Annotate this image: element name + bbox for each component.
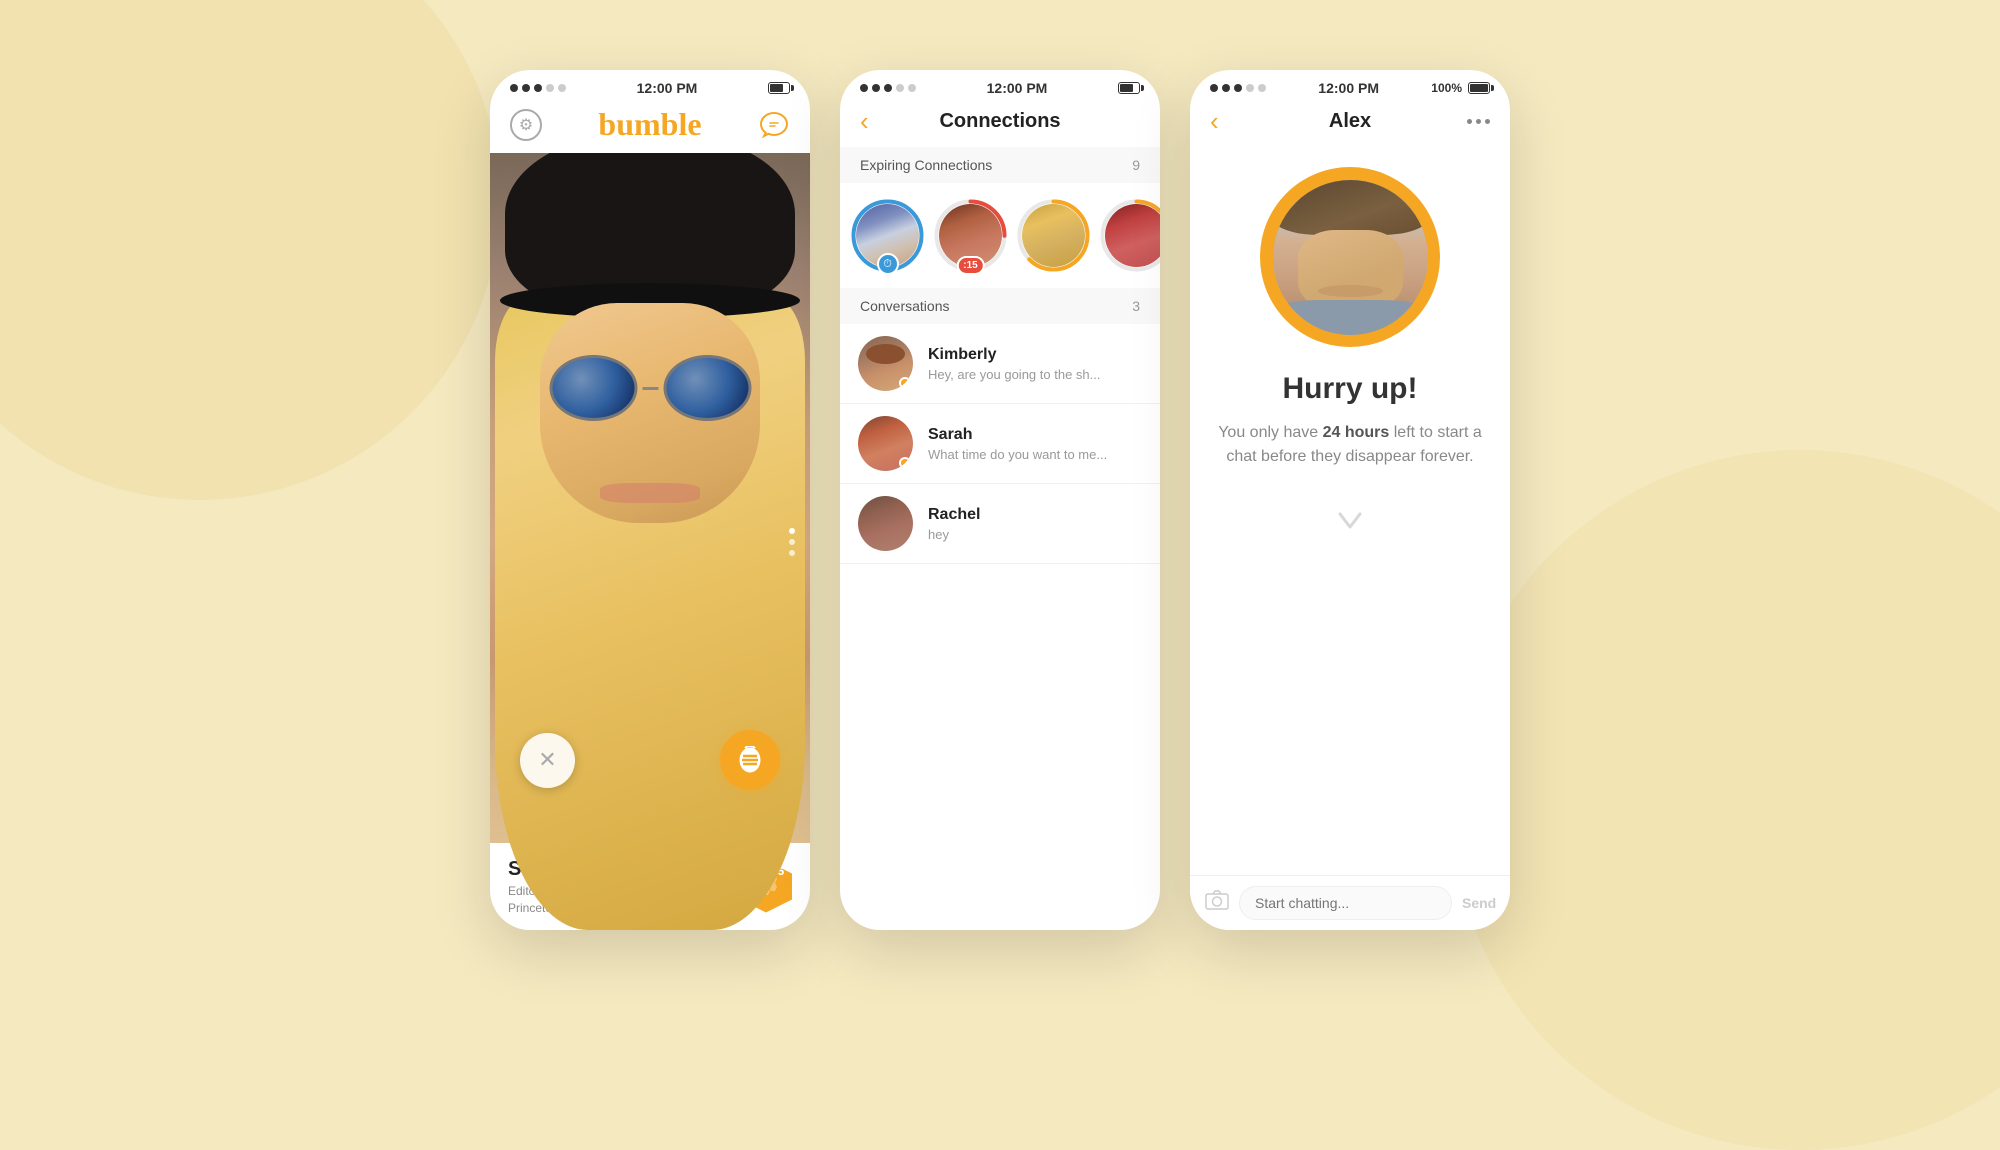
phone-profile: 12:00 PM ⚙ bumble xyxy=(490,70,810,930)
conv-preview-rachel: hey xyxy=(928,527,1142,542)
alex-content: Hurry up! You only have 24 hours left to… xyxy=(1190,147,1510,875)
expiring-count: 9 xyxy=(1132,157,1140,173)
conversations-list: Kimberly Hey, are you going to the sh...… xyxy=(840,324,1160,930)
hurry-desc-part1: You only have xyxy=(1218,424,1322,441)
conv-name-rachel: Rachel xyxy=(928,506,1142,524)
kimberly-avatar xyxy=(858,336,913,391)
phone-connections: 12:00 PM ‹ Connections Expiring Connecti… xyxy=(840,70,1160,930)
expiring-avatar-4[interactable] xyxy=(1099,198,1160,273)
signal-dots-2 xyxy=(860,84,916,92)
more-options[interactable] xyxy=(1467,119,1490,124)
expiring-section-header: Expiring Connections 9 xyxy=(840,147,1160,183)
hurry-headline: Hurry up! xyxy=(1283,372,1418,406)
hurry-description: You only have 24 hours left to start a c… xyxy=(1210,421,1490,469)
battery-2 xyxy=(1118,82,1140,94)
expiring-avatar-1[interactable]: ⏱ xyxy=(850,198,925,273)
hurry-hours: 24 hours xyxy=(1323,424,1390,441)
connections-title: Connections xyxy=(939,110,1060,133)
status-bar-3: 12:00 PM 100% xyxy=(1190,70,1510,101)
battery-icon-1 xyxy=(768,82,790,94)
swipe-buttons: ✕ xyxy=(490,730,810,790)
phone-alex: 12:00 PM 100% ‹ Alex xyxy=(1190,70,1510,930)
conv-item-kimberly[interactable]: Kimberly Hey, are you going to the sh... xyxy=(840,324,1160,404)
dots-menu-icon xyxy=(1467,119,1490,124)
signal-dots-3 xyxy=(1210,84,1266,92)
battery-area-1 xyxy=(768,82,790,94)
conversations-section-header: Conversations 3 xyxy=(840,288,1160,324)
signal-dots xyxy=(510,84,566,92)
expiring-avatars: ⏱ :15 xyxy=(840,183,1160,288)
unread-indicator xyxy=(899,377,911,389)
messages-icon[interactable] xyxy=(758,109,790,141)
status-bar-2: 12:00 PM xyxy=(840,70,1160,101)
conv-name-kimberly: Kimberly xyxy=(928,346,1142,364)
scroll-arrow xyxy=(1330,499,1370,548)
conv-preview-sarah: What time do you want to me... xyxy=(928,447,1142,462)
pass-button[interactable]: ✕ xyxy=(520,733,575,788)
conversations-title: Conversations xyxy=(860,298,950,314)
chat-input[interactable] xyxy=(1239,886,1452,920)
unread-indicator-sarah xyxy=(899,457,911,469)
timer-icon-1: ⏱ xyxy=(877,253,899,275)
back-button-2[interactable]: ‹ xyxy=(860,106,869,137)
alex-avatar xyxy=(1273,180,1428,335)
conv-info-kimberly: Kimberly Hey, are you going to the sh... xyxy=(928,346,1142,382)
battery-icon-2 xyxy=(1118,82,1140,94)
phone1-header: ⚙ bumble xyxy=(490,101,810,153)
battery-icon-3 xyxy=(1468,82,1490,94)
profile-progress-dots xyxy=(789,528,795,556)
countdown-badge: :15 xyxy=(956,256,984,275)
conv-item-sarah[interactable]: Sarah What time do you want to me... xyxy=(840,404,1160,484)
time-3: 12:00 PM xyxy=(1318,80,1379,96)
bumble-logo: bumble xyxy=(598,106,701,143)
sarah-avatar xyxy=(858,416,913,471)
expiring-avatar-3[interactable] xyxy=(1016,198,1091,273)
phones-container: 12:00 PM ⚙ bumble xyxy=(490,70,1510,930)
time-1: 12:00 PM xyxy=(637,80,698,96)
profile-image: ✕ xyxy=(490,153,810,930)
connections-header: ‹ Connections xyxy=(840,101,1160,147)
status-bar-1: 12:00 PM xyxy=(490,70,810,101)
like-button[interactable] xyxy=(720,730,780,790)
battery-3: 100% xyxy=(1431,81,1490,95)
time-2: 12:00 PM xyxy=(987,80,1048,96)
chat-bar: Send xyxy=(1190,875,1510,930)
conv-name-sarah: Sarah xyxy=(928,426,1142,444)
conv-item-rachel[interactable]: Rachel hey xyxy=(840,484,1160,564)
settings-icon[interactable]: ⚙ xyxy=(510,109,542,141)
alex-header: ‹ Alex xyxy=(1190,101,1510,147)
conversations-count: 3 xyxy=(1132,298,1140,314)
expiring-title: Expiring Connections xyxy=(860,157,992,173)
alex-avatar-ring xyxy=(1260,167,1440,347)
expiring-avatar-2[interactable]: :15 xyxy=(933,198,1008,273)
rachel-avatar xyxy=(858,496,913,551)
back-button-3[interactable]: ‹ xyxy=(1210,106,1219,137)
battery-percent: 100% xyxy=(1431,81,1462,95)
conv-preview-kimberly: Hey, are you going to the sh... xyxy=(928,367,1142,382)
conv-info-rachel: Rachel hey xyxy=(928,506,1142,542)
send-button[interactable]: Send xyxy=(1462,895,1496,911)
camera-button[interactable] xyxy=(1205,890,1229,916)
alex-title: Alex xyxy=(1329,110,1371,133)
conv-info-sarah: Sarah What time do you want to me... xyxy=(928,426,1142,462)
